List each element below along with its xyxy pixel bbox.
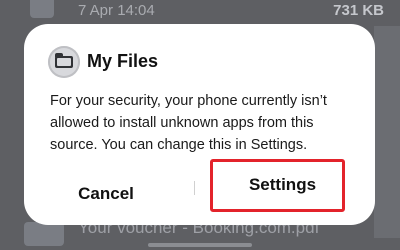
folder-icon [48,46,80,78]
file-size: 731 KB [333,2,384,19]
background-scrim-edge [374,26,400,238]
home-indicator [148,243,252,247]
background-file-row-top: 7 Apr 14:04 731 KB [0,0,400,22]
file-thumbnail [30,0,54,18]
dialog-message: For your security, your phone currently … [50,93,327,153]
dialog-title: My Files [87,51,159,71]
file-date: 7 Apr 14:04 [78,2,155,19]
settings-highlight-box [210,159,345,212]
cancel-button[interactable]: Cancel [31,172,181,214]
file-thumbnail [24,222,64,246]
button-divider [194,181,195,195]
